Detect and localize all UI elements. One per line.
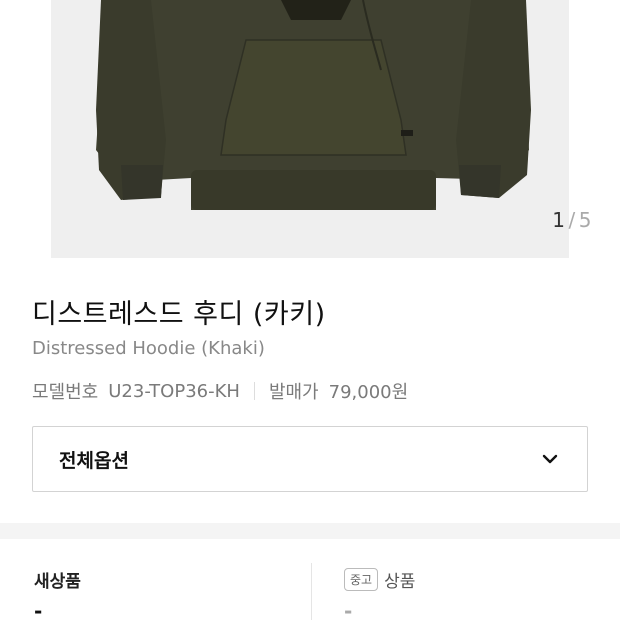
new-product-label: 새상품 <box>34 572 81 592</box>
release-price-label: 발매가 <box>268 382 319 403</box>
pager-current: 1 <box>552 208 566 232</box>
release-price-value: 79,000원 <box>328 382 409 403</box>
product-title-korean: 디스트레스드 후디 (카키) <box>32 299 326 330</box>
product-title-english: Distressed Hoodie (Khaki) <box>32 338 265 359</box>
pager-separator: / <box>568 208 576 232</box>
gallery-pager: 1/5 <box>552 208 592 232</box>
pager-total: 5 <box>578 208 592 232</box>
product-meta: 모델번호 U23-TOP36-KH 발매가 79,000원 <box>32 378 408 404</box>
used-product-label: 상품 <box>384 572 416 592</box>
new-product-price-value: - <box>34 599 43 620</box>
product-image-gallery[interactable]: 1/5 <box>0 0 620 258</box>
price-summary: 새상품 - 중고 상품 - <box>0 539 620 620</box>
used-product-price[interactable]: 중고 상품 - <box>344 539 594 620</box>
hoodie-product-image <box>96 0 531 210</box>
model-number-label: 모델번호 <box>32 382 99 403</box>
meta-divider <box>253 382 255 400</box>
used-product-heading: 중고 상품 <box>344 567 415 592</box>
product-info: 디스트레스드 후디 (카키) Distressed Hoodie (Khaki)… <box>0 258 620 523</box>
used-product-price-value: - <box>344 599 353 620</box>
new-product-price[interactable]: 새상품 - <box>34 539 304 620</box>
price-column-divider <box>311 563 312 620</box>
used-badge: 중고 <box>344 568 379 591</box>
chevron-down-icon <box>542 454 558 464</box>
option-select-dropdown[interactable]: 전체옵션 <box>32 426 588 492</box>
option-select-label: 전체옵션 <box>59 449 129 472</box>
model-number-value: U23-TOP36-KH <box>108 380 240 402</box>
section-divider <box>0 523 620 539</box>
